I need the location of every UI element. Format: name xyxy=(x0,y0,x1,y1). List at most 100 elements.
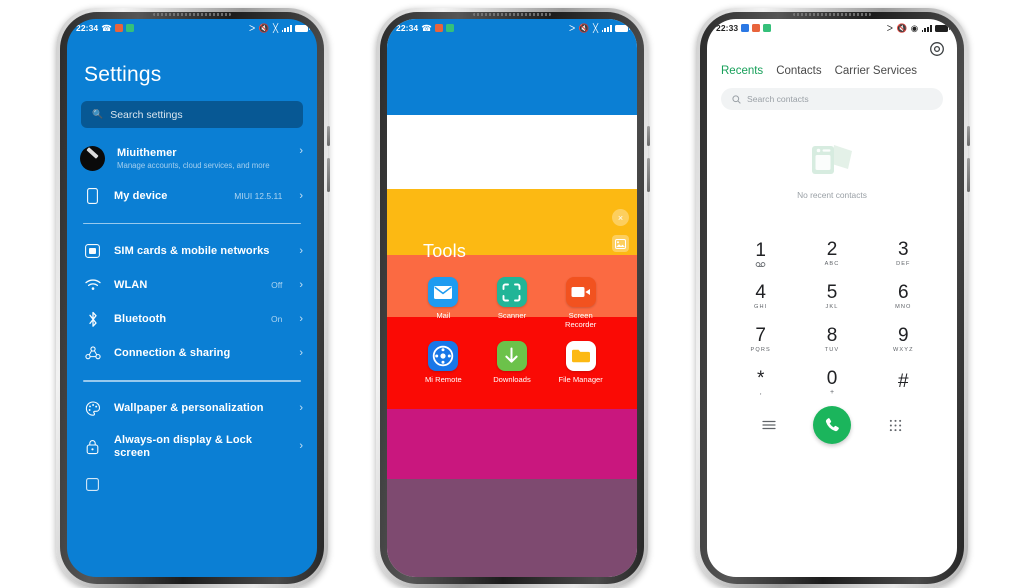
key-digit: 5 xyxy=(826,282,838,303)
key-letters: , xyxy=(759,389,762,396)
settings-row-partial[interactable] xyxy=(67,468,317,502)
volume-button[interactable] xyxy=(647,126,650,146)
volume-button[interactable] xyxy=(327,126,330,146)
tab-contacts[interactable]: Contacts xyxy=(776,65,821,77)
status-bar: 22:33 ᐳ 🔇 ◉ xyxy=(707,19,957,37)
settings-row-bluetooth[interactable]: Bluetooth On › xyxy=(67,302,317,336)
tab-carrier-services[interactable]: Carrier Services xyxy=(835,65,917,77)
partial-row-icon xyxy=(83,478,102,492)
key-9[interactable]: 9 WXYZ xyxy=(868,318,939,361)
wifi-icon xyxy=(83,279,102,291)
phone-dialer: 22:33 ᐳ 🔇 ◉ Recents Contacts Carrier Ser… xyxy=(696,8,970,588)
sim-card-icon xyxy=(83,244,102,259)
key-digit: 9 xyxy=(898,325,909,346)
settings-row-lock-screen[interactable]: Always-on display & Lock screen › xyxy=(67,426,317,468)
volume-button[interactable] xyxy=(967,126,970,146)
key-8[interactable]: 8 TUV xyxy=(796,318,867,361)
bluetooth-icon: ᐳ xyxy=(569,22,576,33)
key-1[interactable]: 1 xyxy=(725,232,796,275)
app-file-manager[interactable]: File Manager xyxy=(546,341,615,384)
vpn-icon: ╳ xyxy=(593,22,599,33)
settings-row-account[interactable]: Miuithemer Manage accounts, cloud servic… xyxy=(67,138,317,179)
key-letters: TUV xyxy=(824,347,840,353)
key-3[interactable]: 3 DEF xyxy=(868,232,939,275)
row-value: On xyxy=(270,314,283,325)
phone-screen-settings: 22:34 ☎ ᐳ 🔇 ╳ Settings 🔍 Search settings… xyxy=(67,19,317,577)
row-label: Always-on display & Lock screen xyxy=(114,433,253,459)
key-star[interactable]: * , xyxy=(725,361,796,404)
phone-device-icon xyxy=(83,188,102,204)
key-4[interactable]: 4 GHI xyxy=(725,275,796,318)
bluetooth-icon xyxy=(83,311,102,328)
app-scanner[interactable]: Scanner xyxy=(478,277,547,329)
search-icon xyxy=(732,94,741,104)
search-input[interactable]: 🔍 Search settings xyxy=(81,101,303,128)
bluetooth-icon: ᐳ xyxy=(249,22,256,33)
settings-row-my-device[interactable]: My device MIUI 12.5.11 › xyxy=(67,179,317,213)
voicemail-icon xyxy=(755,261,766,267)
row-label: My device xyxy=(114,189,168,202)
settings-button[interactable] xyxy=(929,41,945,57)
row-label: Bluetooth xyxy=(114,312,167,325)
key-digit: 1 xyxy=(755,239,766,261)
dialpad-row: 4 GHI 5 JKL 6 MNO xyxy=(725,275,939,318)
gear-icon xyxy=(930,42,944,56)
power-button[interactable] xyxy=(967,158,970,192)
close-icon: × xyxy=(617,212,624,223)
list-divider xyxy=(83,223,301,225)
call-button[interactable] xyxy=(813,406,851,444)
key-digit: 6 xyxy=(898,282,909,303)
chevron-right-icon: › xyxy=(299,346,303,359)
add-image-button[interactable] xyxy=(612,235,629,252)
connection-sharing-icon xyxy=(83,346,102,360)
row-label: WLAN xyxy=(114,278,148,291)
key-6[interactable]: 6 MNO xyxy=(868,275,939,318)
more-options-button[interactable] xyxy=(725,420,813,430)
settings-row-wallpaper[interactable]: Wallpaper & personalization › xyxy=(67,392,317,426)
chevron-right-icon: › xyxy=(299,440,303,453)
key-hash[interactable]: # xyxy=(868,361,939,404)
dialer-header xyxy=(707,37,957,56)
key-2[interactable]: 2 ABC xyxy=(796,232,867,275)
row-value: Off xyxy=(271,280,283,291)
download-icon xyxy=(496,341,527,371)
empty-state-text: No recent contacts xyxy=(797,189,867,200)
keypad-toggle-button[interactable] xyxy=(851,419,939,432)
empty-state: No recent contacts xyxy=(707,110,957,228)
search-placeholder: Search settings xyxy=(110,108,183,121)
settings-row-connection-sharing[interactable]: Connection & sharing › xyxy=(67,336,317,370)
dialpad: 1 2 ABC 3 DEF 4 GHI 5 JKL 6 MNO 7 PQRS 8… xyxy=(707,228,957,404)
power-button[interactable] xyxy=(647,158,650,192)
dialpad-row: 7 PQRS 8 TUV 9 WXYZ xyxy=(725,318,939,361)
key-digit: 4 xyxy=(755,282,766,303)
power-button[interactable] xyxy=(327,158,330,192)
tools-folder-screen: 22:34 ☎ ᐳ 🔇 ╳ Tools × Mail Scanner Scree… xyxy=(387,19,637,577)
chevron-right-icon: › xyxy=(299,145,303,157)
green-app-chip xyxy=(445,24,454,32)
key-0[interactable]: 0 + xyxy=(796,361,867,404)
screen-recorder-icon xyxy=(565,277,596,307)
key-digit: # xyxy=(898,371,909,392)
search-contacts-input[interactable]: Search contacts xyxy=(721,88,943,110)
app-screen-recorder[interactable]: Screen Recorder xyxy=(546,277,615,329)
green-app-chip xyxy=(125,24,134,32)
key-letters: MNO xyxy=(895,304,912,310)
app-mi-remote[interactable]: Mi Remote xyxy=(409,341,478,384)
battery-icon xyxy=(615,24,630,32)
tab-recents[interactable]: Recents xyxy=(721,65,763,77)
settings-row-wlan[interactable]: WLAN Off › xyxy=(67,268,317,302)
app-label: Mail xyxy=(436,311,451,320)
image-add-icon xyxy=(615,238,626,249)
app-downloads[interactable]: Downloads xyxy=(478,341,547,384)
key-5[interactable]: 5 JKL xyxy=(796,275,867,318)
call-icon xyxy=(825,417,839,431)
file-manager-icon xyxy=(565,341,596,371)
phone-call-icon: ☎ xyxy=(421,22,432,33)
keypad-icon xyxy=(889,419,901,431)
close-folder-button[interactable]: × xyxy=(612,209,629,226)
key-7[interactable]: 7 PQRS xyxy=(725,318,796,361)
bluetooth-icon: ᐳ xyxy=(886,22,894,33)
search-placeholder: Search contacts xyxy=(747,94,809,104)
app-mail[interactable]: Mail xyxy=(409,277,478,329)
settings-row-sim-cards[interactable]: SIM cards & mobile networks › xyxy=(67,234,317,268)
